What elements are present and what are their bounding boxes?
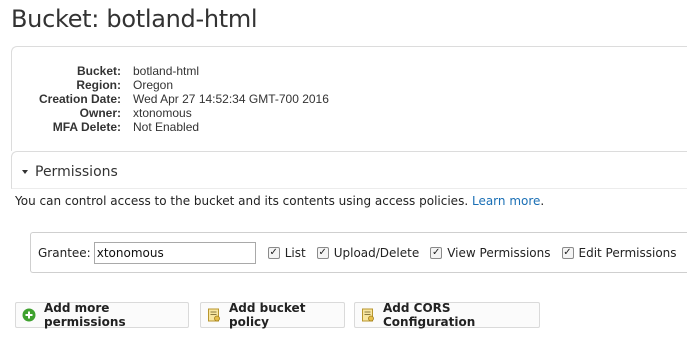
permissions-description: You can control access to the bucket and… bbox=[15, 194, 544, 208]
permissions-toggle[interactable]: Permissions bbox=[22, 164, 118, 180]
property-row-mfa-delete: MFA Delete: Not Enabled bbox=[12, 120, 329, 134]
policy-document-icon bbox=[361, 308, 375, 322]
property-key: MFA Delete: bbox=[52, 120, 121, 134]
add-bucket-policy-button[interactable]: Add bucket policy bbox=[200, 301, 345, 329]
property-row-owner: Owner: xtonomous bbox=[12, 106, 329, 120]
checkbox-label: View Permissions bbox=[447, 245, 551, 260]
grantee-input[interactable] bbox=[93, 241, 256, 264]
plus-circle-icon bbox=[22, 308, 36, 322]
checkbox-list[interactable]: ✓ List bbox=[267, 245, 306, 260]
checkbox-upload-delete[interactable]: ✓ Upload/Delete bbox=[316, 245, 420, 260]
checkbox-checked-icon[interactable]: ✓ bbox=[561, 246, 574, 259]
bucket-properties-panel: Bucket: botland-html Region: Oregon Crea… bbox=[11, 46, 687, 151]
properties-table: Bucket: botland-html Region: Oregon Crea… bbox=[12, 64, 329, 134]
learn-more-link[interactable]: Learn more bbox=[472, 194, 540, 208]
grantee-row: Grantee: ✓ List ✓ Upload/Delete ✓ View P… bbox=[30, 232, 687, 273]
checkbox-checked-icon[interactable]: ✓ bbox=[267, 246, 280, 259]
property-value: xtonomous bbox=[133, 106, 192, 120]
property-value: Not Enabled bbox=[133, 120, 200, 134]
add-cors-configuration-button[interactable]: Add CORS Configuration bbox=[354, 301, 540, 329]
property-row-bucket: Bucket: botland-html bbox=[12, 64, 329, 78]
checkbox-edit-permissions[interactable]: ✓ Edit Permissions bbox=[561, 245, 677, 260]
checkbox-view-permissions[interactable]: ✓ View Permissions bbox=[430, 245, 551, 260]
permissions-description-text: You can control access to the bucket and… bbox=[15, 194, 469, 208]
add-cors-configuration-label: Add CORS Configuration bbox=[383, 301, 476, 329]
add-more-permissions-label: Add more permissions bbox=[44, 301, 126, 329]
property-key: Bucket: bbox=[76, 64, 121, 78]
property-value: Oregon bbox=[133, 78, 174, 92]
property-key: Owner: bbox=[79, 106, 121, 120]
checkbox-label: List bbox=[284, 245, 306, 260]
permissions-title: Permissions bbox=[35, 164, 118, 180]
property-row-creation-date: Creation Date: Wed Apr 27 14:52:34 GMT-7… bbox=[12, 92, 329, 106]
checkbox-label: Edit Permissions bbox=[578, 245, 677, 260]
property-row-region: Region: Oregon bbox=[12, 78, 329, 92]
description-period: . bbox=[540, 194, 545, 208]
property-key: Region: bbox=[76, 78, 121, 92]
add-more-permissions-button[interactable]: Add more permissions bbox=[15, 301, 189, 329]
add-bucket-policy-label: Add bucket policy bbox=[229, 301, 306, 329]
checkbox-label: Upload/Delete bbox=[333, 245, 420, 260]
policy-document-icon bbox=[207, 308, 221, 322]
page-title: Bucket: botland-html bbox=[11, 5, 258, 33]
checkbox-checked-icon[interactable]: ✓ bbox=[430, 246, 443, 259]
permissions-section-header: Permissions bbox=[11, 151, 687, 189]
property-key: Creation Date: bbox=[38, 92, 121, 106]
checkbox-checked-icon[interactable]: ✓ bbox=[316, 246, 329, 259]
property-value: botland-html bbox=[133, 64, 200, 78]
property-value: Wed Apr 27 14:52:34 GMT-700 2016 bbox=[133, 92, 329, 106]
caret-down-icon bbox=[22, 170, 28, 174]
grantee-label: Grantee: bbox=[38, 245, 91, 260]
